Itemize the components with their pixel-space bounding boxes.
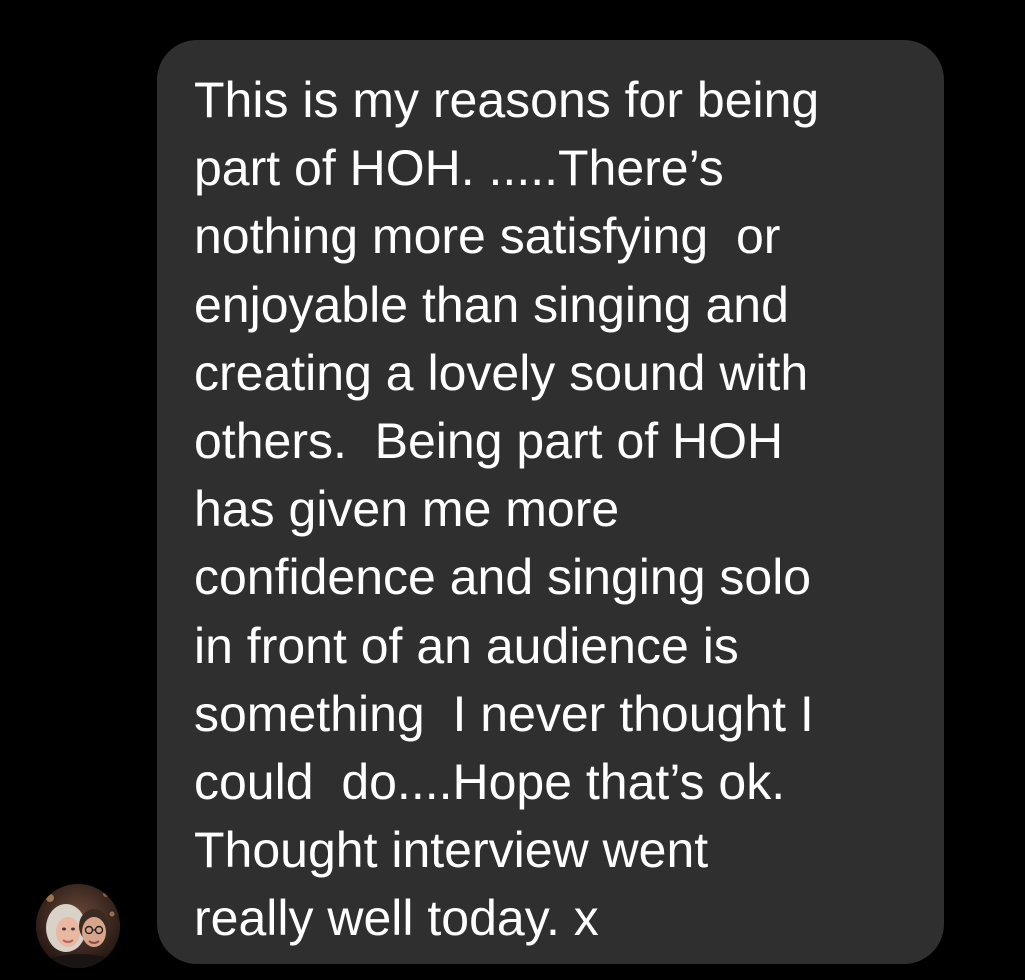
- message-text-line: enjoyable than singing and: [194, 276, 789, 333]
- message-text-line: Thought interview went: [194, 822, 709, 879]
- message-text-line: nothing more satisfying or: [194, 208, 781, 265]
- message-text-line: could do....Hope that’s ok.: [194, 753, 786, 810]
- received-message-bubble[interactable]: This is my reasons for being part of HOH…: [157, 40, 944, 964]
- message-text-line: part of HOH. .....There’s: [194, 140, 724, 197]
- chat-screen: This is my reasons for being part of HOH…: [0, 0, 1025, 980]
- message-text-line: This is my reasons for being: [194, 72, 820, 128]
- message-text-line: in front of an audience is: [194, 617, 739, 674]
- message-text-line: creating a lovely sound with: [194, 344, 809, 401]
- message-text-line: has given me more: [194, 481, 620, 538]
- message-text-line: something I never thought I: [194, 685, 814, 742]
- profile-photo-icon: [36, 884, 120, 968]
- message-text-line: really well today. x: [194, 890, 599, 947]
- message-text-line: others. Being part of HOH: [194, 412, 784, 469]
- message-text-line: confidence and singing solo: [194, 549, 812, 606]
- sender-avatar[interactable]: [36, 884, 120, 968]
